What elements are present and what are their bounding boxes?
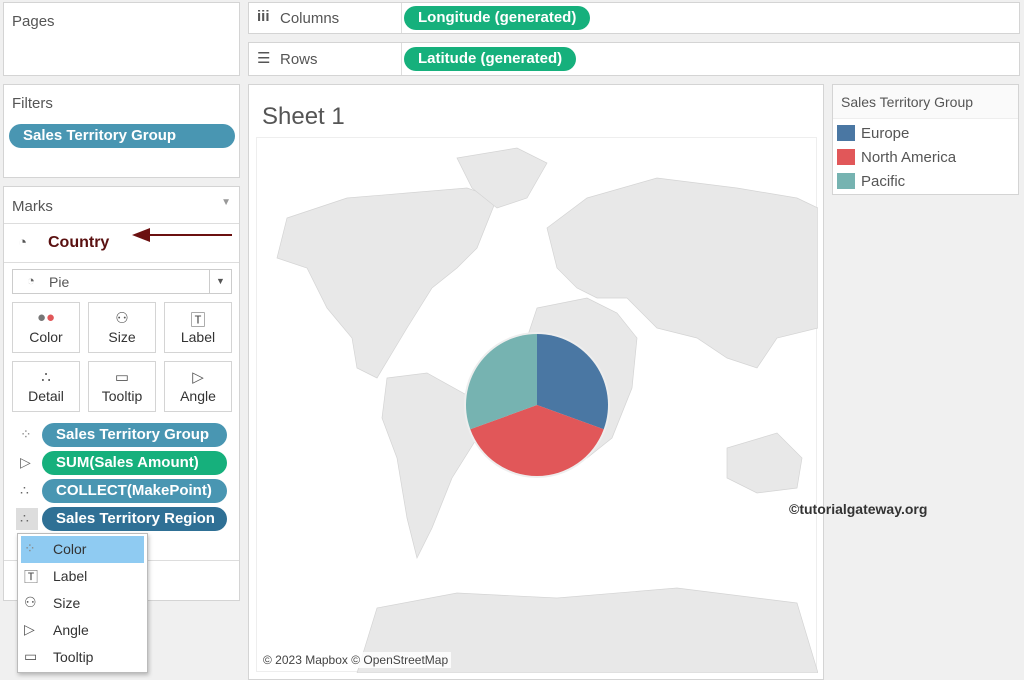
menu-label: Label [53, 568, 88, 584]
marks-title: Marks [12, 198, 53, 215]
menu-item-angle[interactable]: ▷ Angle [18, 617, 147, 644]
menu-label: Tooltip [53, 649, 94, 665]
marks-layer[interactable]: ◔ Country [4, 223, 239, 263]
angle-card[interactable]: ▷ Angle [164, 361, 232, 412]
field-pill-region[interactable]: Sales Territory Region [42, 507, 227, 531]
size-icon: ⚇ [115, 310, 129, 327]
size-card[interactable]: ⚇ Size [88, 302, 156, 353]
card-label: Tooltip [101, 388, 143, 404]
card-label: Color [29, 329, 63, 345]
arrow-annotation [136, 234, 232, 236]
label-icon: 🅃 [24, 569, 38, 585]
mark-property-menu: ⁘ Color 🅃 Label ⚇ Size ▷ Angle ▭ Tooltip [17, 533, 148, 673]
mark-type-value: Pie [49, 274, 70, 290]
filter-pill[interactable]: Sales Territory Group [9, 124, 235, 148]
rows-pill[interactable]: Latitude (generated) [404, 47, 577, 71]
label-card[interactable]: 🅃 Label [164, 302, 232, 353]
legend-swatch [837, 125, 855, 141]
color-icon: ⁘ [20, 426, 32, 442]
field-pill-detail[interactable]: COLLECT(MakePoint) [42, 479, 227, 503]
angle-icon: ▷ [192, 369, 204, 386]
menu-item-size[interactable]: ⚇ Size [18, 590, 147, 617]
columns-shelf[interactable]: iii Columns Longitude (generated) [248, 2, 1020, 34]
label-icon: 🅃 [190, 312, 206, 329]
color-legend: Sales Territory Group Europe North Ameri… [832, 84, 1019, 195]
color-card[interactable]: ●● Color [12, 302, 80, 353]
menu-label: Color [53, 541, 87, 557]
sheet-view: Sheet 1 © 2023 Mapbox © OpenStreetMap ©t… [248, 84, 927, 680]
pie-icon: ◔ [18, 234, 28, 251]
card-label: Label [180, 329, 216, 345]
sheet-title[interactable]: Sheet 1 [262, 103, 345, 131]
field-pill-angle[interactable]: SUM(Sales Amount) [42, 451, 227, 475]
detail-card[interactable]: ∴ Detail [12, 361, 80, 412]
tooltip-icon: ▭ [24, 648, 38, 664]
legend-title: Sales Territory Group [833, 85, 1018, 119]
tooltip-card[interactable]: ▭ Tooltip [88, 361, 156, 412]
filters-title: Filters [12, 95, 53, 112]
color-icon: ⁘ [24, 540, 36, 556]
map-attribution[interactable]: © 2023 Mapbox © OpenStreetMap [260, 652, 452, 668]
pie-icon: ◔ [27, 273, 35, 288]
menu-label: Angle [53, 622, 89, 638]
pages-title: Pages [12, 13, 55, 30]
legend-item-europe[interactable]: Europe [837, 125, 909, 142]
field-pill-color[interactable]: Sales Territory Group [42, 423, 227, 447]
pages-shelf[interactable]: Pages [3, 2, 240, 76]
detail-icon: ∴ [41, 369, 51, 386]
menu-item-label[interactable]: 🅃 Label [18, 563, 147, 590]
filters-shelf[interactable]: Filters Sales Territory Group [3, 84, 240, 178]
watermark: ©tutorialgateway.org [789, 501, 928, 517]
rows-icon: ☰ [257, 50, 271, 67]
legend-label: North America [861, 149, 957, 166]
angle-icon: ▷ [20, 454, 31, 470]
columns-pill[interactable]: Longitude (generated) [404, 6, 591, 30]
marks-menu-icon[interactable]: ▼ [221, 197, 231, 208]
divider [401, 3, 402, 33]
chevron-down-icon[interactable]: ▼ [209, 270, 231, 293]
tooltip-icon: ▭ [114, 369, 130, 386]
divider [401, 43, 402, 75]
card-label: Angle [180, 388, 216, 404]
legend-swatch [837, 149, 855, 165]
arrow-head-icon [132, 228, 150, 242]
mark-type-select[interactable]: ◔ Pie ▼ [12, 269, 232, 294]
card-label: Size [108, 329, 136, 345]
detail-icon[interactable]: ∴ [16, 508, 38, 530]
color-icon: ●● [36, 309, 56, 326]
legend-label: Europe [861, 125, 910, 142]
angle-icon: ▷ [24, 621, 35, 637]
legend-item-north-america[interactable]: North America [837, 149, 956, 166]
legend-label: Pacific [861, 173, 906, 190]
legend-item-pacific[interactable]: Pacific [837, 173, 905, 190]
rows-label: Rows [280, 51, 318, 68]
card-label: Detail [28, 388, 64, 404]
pie-chart[interactable] [257, 138, 818, 673]
columns-label: Columns [280, 10, 340, 27]
columns-icon: iii [257, 8, 270, 25]
menu-label: Size [53, 595, 81, 611]
size-icon: ⚇ [24, 594, 37, 610]
detail-icon: ∴ [20, 482, 29, 498]
menu-item-tooltip[interactable]: ▭ Tooltip [18, 644, 147, 671]
legend-swatch [837, 173, 855, 189]
rows-shelf[interactable]: ☰ Rows Latitude (generated) [248, 42, 1020, 76]
layer-name: Country [48, 234, 110, 251]
map[interactable]: © 2023 Mapbox © OpenStreetMap ©tutorialg… [256, 137, 927, 674]
menu-item-color[interactable]: ⁘ Color [21, 536, 144, 563]
